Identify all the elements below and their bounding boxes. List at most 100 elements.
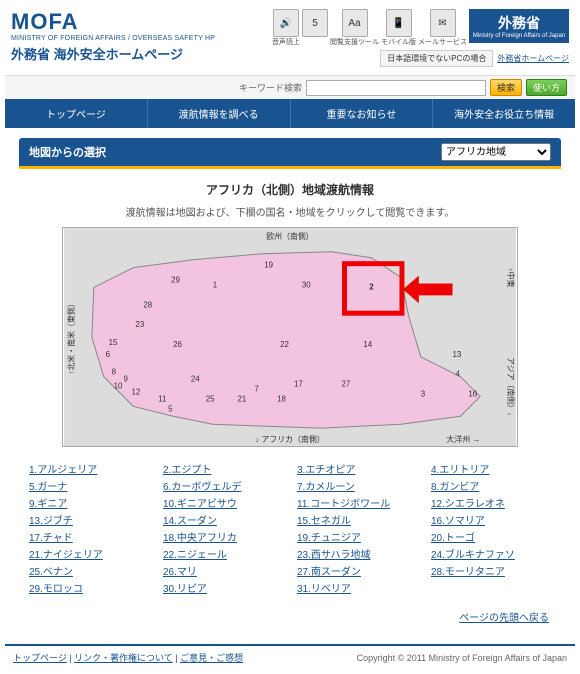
country-link[interactable]: 10.ギニアビサウ — [163, 495, 283, 510]
africa-map[interactable]: 欧州（南側） ↑北米・南米（東側） ↑中東 アジア（南側）↓ ↓ アフリカ（南側… — [62, 227, 518, 447]
svg-text:9: 9 — [124, 375, 129, 384]
country-link[interactable]: 5.ガーナ — [29, 478, 149, 493]
svg-text:3: 3 — [421, 389, 426, 398]
country-column: 2.エジプト 6.カーボヴェルデ 10.ギニアビサウ 14.スーダン 18.中央アフリカ… — [163, 461, 283, 595]
country-link[interactable]: 4.エリトリア — [431, 461, 551, 476]
country-link[interactable]: 21.ナイジェリア — [29, 546, 149, 561]
svg-text:17: 17 — [294, 380, 303, 389]
svg-text:27: 27 — [342, 380, 351, 389]
svg-text:6: 6 — [106, 350, 111, 359]
country-link[interactable]: 2.エジプト — [163, 461, 283, 476]
country-column: 3.エチオピア 7.カメルーン 11.コートジボワール 15.セネガル 19.チュニジア… — [297, 461, 417, 595]
usage-button[interactable]: 使い方 — [526, 79, 567, 96]
svg-text:7: 7 — [254, 385, 258, 394]
mofa-badge[interactable]: 外務省 Ministry of Foreign Affairs of Japan — [469, 9, 569, 43]
country-link[interactable]: 8.ガンビア — [431, 478, 551, 493]
country-link[interactable]: 1.アルジェリア — [29, 461, 149, 476]
country-link[interactable]: 26.マリ — [163, 563, 283, 578]
tool-badge[interactable]: ✉ — [430, 9, 456, 37]
tool-badge[interactable]: 🔊 — [273, 9, 299, 37]
svg-text:5: 5 — [168, 404, 173, 413]
search-button[interactable]: 検索 — [490, 79, 522, 96]
country-link[interactable]: 17.チャド — [29, 529, 149, 544]
country-link[interactable]: 28.モーリタニア — [431, 563, 551, 578]
logo-text: MOFA — [11, 9, 215, 35]
nav-item[interactable]: トップページ — [5, 99, 148, 128]
country-link[interactable]: 7.カメルーン — [297, 478, 417, 493]
svg-text:2: 2 — [369, 282, 374, 291]
badge-label: モバイル版 — [381, 37, 416, 47]
site-title: 外務省 海外安全ホームページ — [11, 44, 215, 63]
footer-link[interactable]: トップページ — [13, 653, 67, 663]
section-bar: 地図からの選択 アフリカ地域 — [19, 138, 561, 169]
badge-label: 閲覧支援ツール — [330, 37, 379, 47]
map-label-south: ↓ アフリカ（南側） — [255, 434, 324, 444]
search-input[interactable] — [306, 80, 486, 96]
country-link[interactable]: 30.リビア — [163, 580, 283, 595]
mofa-badge-title: 外務省 — [498, 13, 540, 33]
country-column: 4.エリトリア 8.ガンビア 12.シエラレオネ 16.ソマリア 20.トーゴ 24.ブル… — [431, 461, 551, 595]
country-link[interactable]: 25.ベナン — [29, 563, 149, 578]
tool-badges: 🔊音声読上5Aa閲覧支援ツール📱モバイル版✉メールサービス 外務省 Minist… — [272, 9, 569, 47]
svg-text:15: 15 — [109, 338, 118, 347]
tool-badge[interactable]: 📱 — [386, 9, 412, 37]
country-link[interactable]: 18.中央アフリカ — [163, 529, 283, 544]
country-link[interactable]: 16.ソマリア — [431, 512, 551, 527]
page-top: ページの先頭へ戻る — [19, 605, 561, 634]
country-link[interactable]: 19.チュニジア — [297, 529, 417, 544]
footer-link[interactable]: リンク・著作権について — [74, 653, 173, 663]
country-link[interactable]: 9.ギニア — [29, 495, 149, 510]
region-select[interactable]: アフリカ地域 — [441, 143, 551, 161]
svg-text:13: 13 — [453, 350, 462, 359]
tool-badge[interactable]: 5 — [302, 9, 328, 37]
page-top-link[interactable]: ページの先頭へ戻る — [459, 613, 549, 624]
svg-text:19: 19 — [264, 261, 273, 270]
country-link[interactable]: 22.ニジェール — [163, 546, 283, 561]
country-link[interactable]: 24.ブルキナファソ — [431, 546, 551, 561]
country-link[interactable]: 13.ジブチ — [29, 512, 149, 527]
badge-label: 音声読上 — [272, 37, 300, 47]
section-desc: 渡航情報は地図および、下欄の国名・地域をクリックして閲覧できます。 — [19, 204, 561, 219]
main-nav: トップページ渡航情報を調べる重要なお知らせ海外安全お役立ち情報 — [5, 99, 575, 128]
search-bar: キーワード検索 検索 使い方 — [5, 75, 575, 99]
map-label-southeast: 大洋州 → — [446, 434, 480, 444]
country-link[interactable]: 27.南スーダン — [297, 563, 417, 578]
mofa-homepage-link[interactable]: 外務省ホームページ — [497, 53, 569, 64]
header: MOFA MINISTRY OF FOREIGN AFFAIRS / OVERS… — [5, 5, 575, 75]
map-label-west: ↑北米・南米（東側） — [66, 299, 76, 374]
svg-text:21: 21 — [237, 394, 246, 403]
footer-link[interactable]: ご意見・ご感想 — [180, 653, 243, 663]
logo-subtext: MINISTRY OF FOREIGN AFFAIRS / OVERSEAS S… — [11, 35, 215, 42]
svg-text:18: 18 — [277, 394, 286, 403]
svg-text:12: 12 — [131, 387, 140, 396]
country-grid: 1.アルジェリア 5.ガーナ 9.ギニア 13.ジブチ 17.チャド 21.ナイジェリア 2… — [19, 457, 561, 605]
svg-text:23: 23 — [135, 320, 144, 329]
svg-text:29: 29 — [171, 276, 180, 285]
svg-text:25: 25 — [206, 394, 215, 403]
country-link[interactable]: 29.モロッコ — [29, 580, 149, 595]
country-link[interactable]: 11.コートジボワール — [297, 495, 417, 510]
nav-item[interactable]: 重要なお知らせ — [291, 99, 434, 128]
svg-text:26: 26 — [173, 340, 182, 349]
country-link[interactable]: 12.シエラレオネ — [431, 495, 551, 510]
country-link[interactable]: 14.スーダン — [163, 512, 283, 527]
country-link[interactable]: 6.カーボヴェルデ — [163, 478, 283, 493]
country-column: 1.アルジェリア 5.ガーナ 9.ギニア 13.ジブチ 17.チャド 21.ナイジェリア 2… — [29, 461, 149, 595]
country-link[interactable]: 3.エチオピア — [297, 461, 417, 476]
nav-item[interactable]: 海外安全お役立ち情報 — [433, 99, 575, 128]
nav-item[interactable]: 渡航情報を調べる — [148, 99, 291, 128]
content: 地図からの選択 アフリカ地域 アフリカ（北側）地域渡航情報 渡航情報は地図および… — [5, 128, 575, 644]
country-link[interactable]: 20.トーゴ — [431, 529, 551, 544]
section-title: アフリカ（北側）地域渡航情報 — [19, 181, 561, 198]
mofa-badge-sub: Ministry of Foreign Affairs of Japan — [473, 33, 565, 39]
tool-badge[interactable]: Aa — [342, 9, 368, 37]
notice-text: 日本語環境でないPCの場合 — [380, 50, 493, 67]
country-link[interactable]: 15.セネガル — [297, 512, 417, 527]
country-link[interactable]: 23.西サハラ地域 — [297, 546, 417, 561]
map-label-east-bottom: アジア（南側）↓ — [506, 357, 516, 416]
copyright: Copyright © 2011 Ministry of Foreign Aff… — [357, 653, 567, 663]
header-right: 🔊音声読上5Aa閲覧支援ツール📱モバイル版✉メールサービス 外務省 Minist… — [272, 9, 569, 67]
country-link[interactable]: 31.リベリア — [297, 580, 417, 595]
svg-text:11: 11 — [158, 394, 167, 403]
svg-text:8: 8 — [112, 368, 117, 377]
